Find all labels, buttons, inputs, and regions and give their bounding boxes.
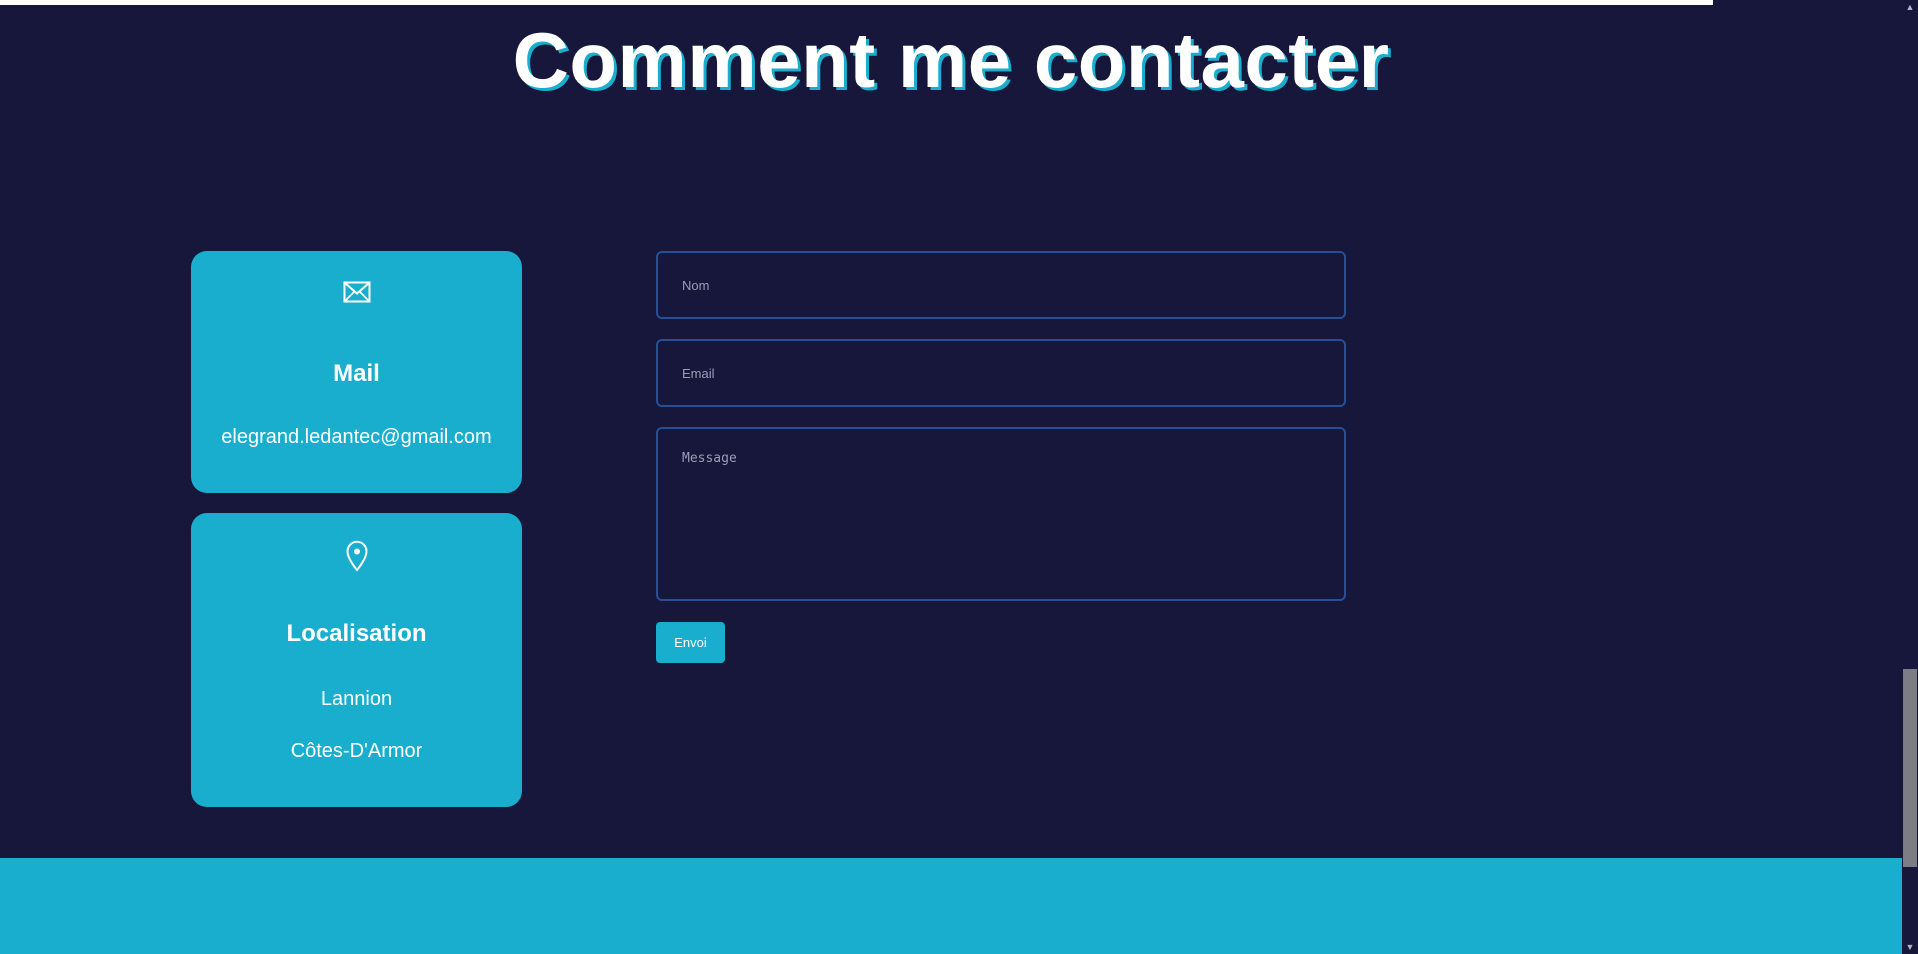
name-input[interactable] [656,251,1346,319]
message-textarea[interactable] [656,427,1346,601]
chevron-down-icon[interactable]: ▼ [1902,940,1918,954]
location-city: Lannion [320,688,393,710]
location-region: Côtes-D'Armor [290,740,423,762]
chevron-up-icon[interactable]: ▲ [1902,0,1918,14]
vertical-scrollbar[interactable]: ▲ ▼ [1902,0,1918,954]
footer [0,858,1902,954]
send-button[interactable]: Envoi [656,622,725,663]
map-pin-icon [345,540,369,577]
mail-card: Mail elegrand.ledantec@gmail.com [191,251,522,493]
mail-address: elegrand.ledantec@gmail.com [221,426,492,448]
envelope-icon [343,281,371,308]
mail-card-title: Mail [333,360,380,387]
location-card: Localisation Lannion Côtes-D'Armor [191,513,522,807]
email-input[interactable] [656,339,1346,407]
page-title: Comment me contacter [512,16,1390,104]
location-card-title: Localisation [286,620,427,647]
scrollbar-thumb[interactable] [1903,669,1917,867]
top-progress-bar [0,0,1713,5]
contact-page: Comment me contacter Mail elegrand.ledan… [0,0,1902,954]
